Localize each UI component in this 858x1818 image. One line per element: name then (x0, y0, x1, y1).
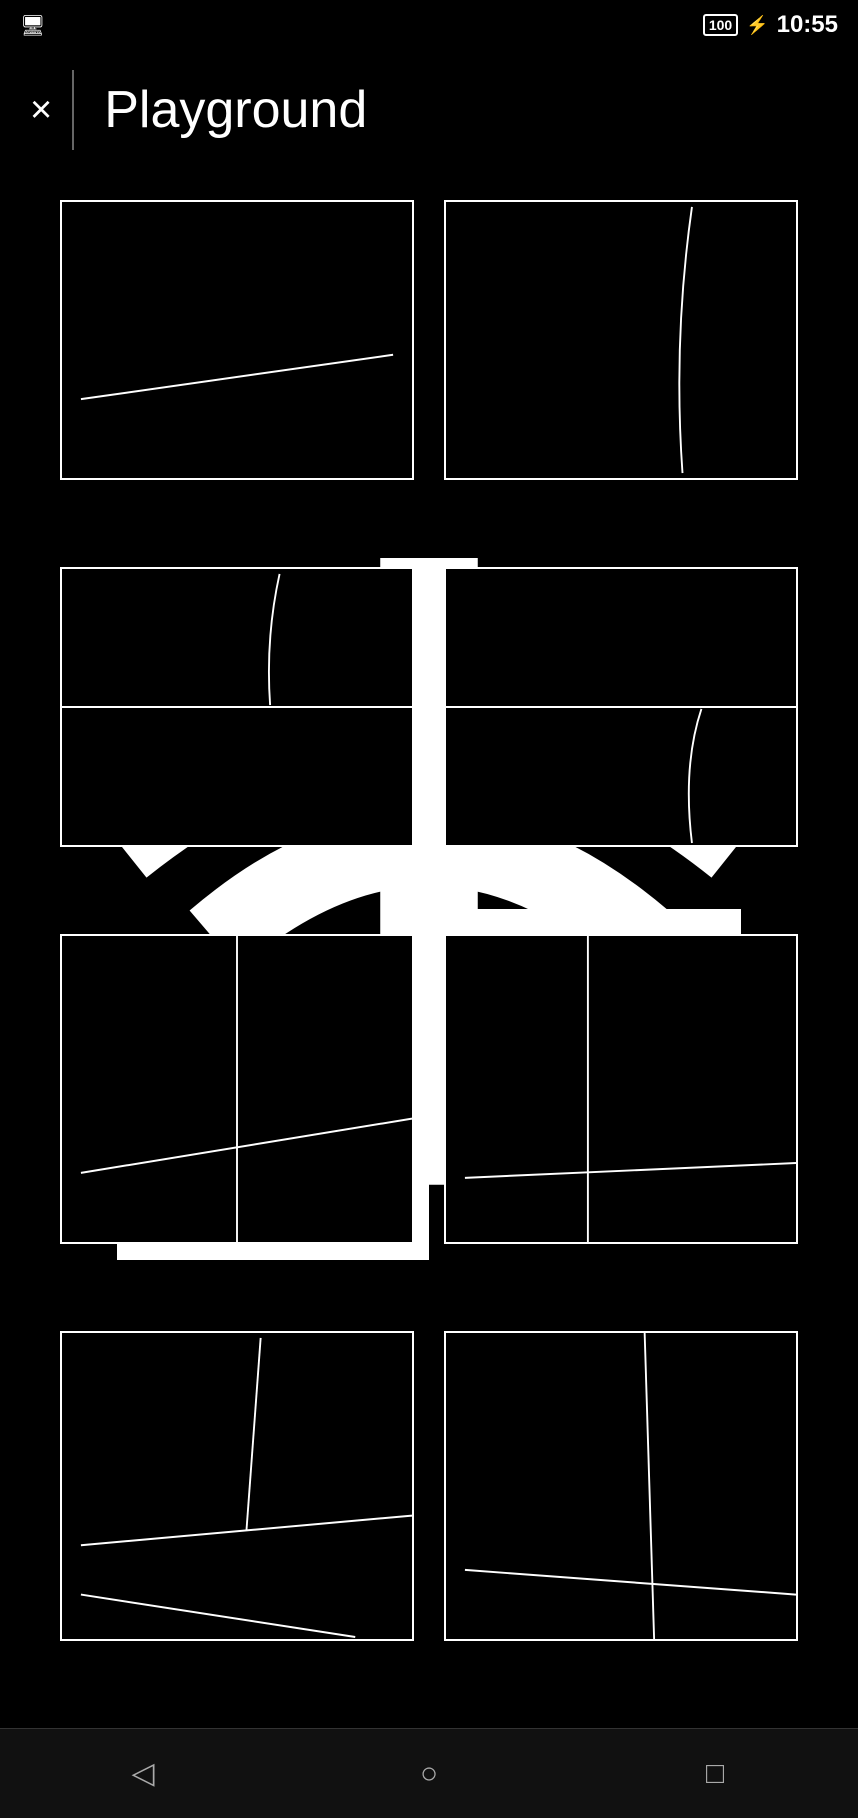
status-bar: 🖥 100 ⚡ 10:55 (0, 0, 858, 50)
layout-card-3-1[interactable] (60, 934, 414, 1244)
layout-card-2-1[interactable] (60, 567, 414, 847)
layout-card-3-2[interactable] (444, 934, 798, 1244)
layout-card-4-1[interactable] (60, 1331, 414, 1641)
status-left-icons: 🖥 (20, 13, 69, 38)
layout-card-1-2[interactable] (444, 200, 798, 480)
layout-card-1-1[interactable] (60, 200, 414, 480)
layout-card-4-2[interactable] (444, 1331, 798, 1641)
layout-card-2-2[interactable] (444, 567, 798, 847)
